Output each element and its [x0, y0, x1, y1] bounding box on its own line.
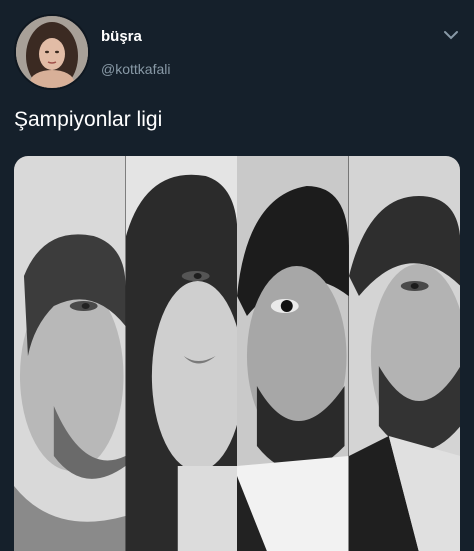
avatar[interactable] — [14, 14, 90, 90]
media-panel-3 — [237, 156, 349, 551]
chevron-down-icon[interactable] — [442, 28, 460, 42]
media-panel-4 — [348, 156, 460, 551]
author-name[interactable]: büşra — [101, 28, 142, 45]
author-handle[interactable]: @kottkafali — [101, 61, 170, 77]
tweet-media[interactable] — [14, 156, 460, 551]
media-panel-2 — [125, 156, 237, 551]
media-panel-1 — [14, 156, 126, 551]
tweet-text: Şampiyonlar ligi — [14, 108, 163, 131]
avatar-image — [16, 16, 88, 88]
